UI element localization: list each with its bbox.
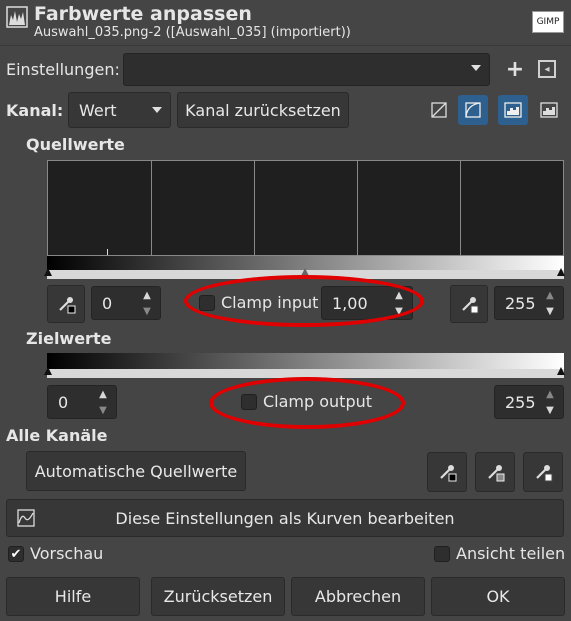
gamma-handle[interactable] (301, 268, 309, 276)
split-view-label: Ansicht teilen (456, 544, 566, 563)
reset-channel-label: Kanal zurücksetzen (185, 100, 341, 120)
histogram-gridline (357, 161, 358, 255)
pick-gray-all-button[interactable] (475, 452, 515, 492)
split-view-checkbox[interactable] (434, 546, 450, 562)
reset-label: Zurücksetzen (163, 587, 273, 606)
clamp-input-label: Clamp input (221, 293, 319, 312)
gimp-badge-text: GIMP (536, 17, 560, 27)
high-input-handle[interactable] (557, 268, 565, 276)
preset-menu-button[interactable]: ◂ (538, 60, 556, 78)
histogram-gridline (151, 161, 152, 255)
pick-white-point-button[interactable] (450, 285, 488, 323)
eyedropper-black-icon (440, 465, 457, 482)
dialog-subtitle: Auswahl_035.png-2 ([Auswahl_035] (import… (34, 25, 351, 40)
eyedropper-gray-icon (488, 465, 505, 482)
target-gradient (47, 353, 564, 369)
help-button[interactable]: Hilfe (6, 577, 140, 616)
low-output-value: 0 (58, 392, 69, 412)
chevron-down-icon (471, 65, 481, 71)
clamp-output-label: Clamp output (263, 392, 373, 411)
plus-icon: + (505, 56, 525, 82)
channel-select[interactable]: Wert (68, 92, 171, 128)
source-heading: Quellwerte (26, 135, 125, 154)
preview-label: Vorschau (30, 544, 104, 563)
low-output-handle[interactable] (44, 367, 52, 375)
gamma-value: 1,00 (332, 293, 368, 313)
pick-black-point-button[interactable] (47, 285, 85, 323)
menu-arrow-icon: ◂ (544, 63, 550, 75)
channel-label: Kanal: (6, 101, 64, 120)
high-input-value: 255 (505, 293, 536, 313)
pick-white-all-button[interactable] (523, 452, 563, 492)
eyedropper-white-icon (536, 465, 553, 482)
histogram-gridline (460, 161, 461, 255)
checkmark-icon: ✔ (10, 546, 22, 562)
dialog-title: Farbwerte anpassen (34, 3, 252, 25)
low-output-spin[interactable]: 0 ▲ ▼ (47, 385, 117, 419)
histogram-bars-icon[interactable] (498, 95, 528, 125)
high-output-value: 255 (505, 392, 536, 412)
levels-icon (6, 6, 28, 28)
high-input-spin[interactable]: 255 ▲ ▼ (494, 286, 564, 320)
gimp-badge: GIMP (532, 11, 564, 33)
reset-button[interactable]: Zurücksetzen (151, 577, 285, 616)
high-output-handle[interactable] (557, 367, 565, 375)
chevron-down-icon (152, 107, 162, 113)
cancel-label: Abbrechen (314, 587, 402, 606)
histogram-spike (107, 249, 108, 255)
curves-icon (17, 509, 35, 527)
reset-channel-button[interactable]: Kanal zurücksetzen (177, 92, 349, 128)
add-preset-button[interactable]: + (502, 56, 528, 82)
spin-up-icon[interactable]: ▲ (546, 389, 554, 400)
spin-up-icon[interactable]: ▲ (546, 290, 554, 301)
all-channels-heading: Alle Kanäle (6, 426, 108, 445)
spin-up-icon[interactable]: ▲ (99, 389, 107, 400)
log-histogram-icon[interactable] (458, 95, 488, 125)
spin-down-icon[interactable]: ▼ (546, 306, 554, 317)
levels-dialog: Farbwerte anpassen Auswahl_035.png-2 ([A… (0, 0, 571, 621)
auto-input-levels-button[interactable]: Automatische Quellwerte (26, 451, 246, 491)
pick-black-all-button[interactable] (427, 452, 467, 492)
cancel-button[interactable]: Abbrechen (291, 577, 425, 616)
help-label: Hilfe (54, 587, 92, 606)
target-heading: Zielwerte (26, 329, 112, 348)
spin-up-icon[interactable]: ▲ (395, 290, 403, 301)
low-input-value: 0 (102, 293, 113, 313)
auto-input-levels-label: Automatische Quellwerte (34, 461, 238, 481)
ok-label: OK (486, 587, 510, 606)
header-divider (0, 45, 571, 46)
target-slider-track[interactable] (47, 369, 564, 378)
clamp-input-checkbox[interactable] (199, 295, 215, 311)
gamma-spin[interactable]: 1,00 ▲ ▼ (321, 286, 413, 320)
low-input-handle[interactable] (44, 268, 52, 276)
preview-checkbox[interactable]: ✔ (8, 546, 24, 562)
settings-combo[interactable] (123, 53, 490, 86)
eyedropper-black-icon (59, 297, 76, 314)
histogram-gridline (254, 161, 255, 255)
spin-up-icon[interactable]: ▲ (143, 290, 151, 301)
eyedropper-white-icon (462, 297, 479, 314)
settings-label: Einstellungen: (6, 60, 120, 79)
edit-as-curves-button[interactable]: Diese Einstellungen als Kurven bearbeite… (6, 499, 564, 537)
edit-as-curves-label: Diese Einstellungen als Kurven bearbeite… (115, 508, 455, 528)
high-output-spin[interactable]: 255 ▲ ▼ (494, 385, 564, 419)
clamp-output-checkbox[interactable] (241, 394, 257, 410)
spin-down-icon[interactable]: ▼ (143, 306, 151, 317)
spin-down-icon[interactable]: ▼ (395, 306, 403, 317)
histogram-outline-icon[interactable] (534, 95, 564, 125)
spin-down-icon[interactable]: ▼ (99, 405, 107, 416)
histogram-area[interactable] (47, 160, 564, 256)
low-input-spin[interactable]: 0 ▲ ▼ (91, 286, 161, 320)
ok-button[interactable]: OK (431, 577, 565, 616)
linear-histogram-icon[interactable] (424, 95, 454, 125)
spin-down-icon[interactable]: ▼ (546, 405, 554, 416)
channel-select-value: Wert (79, 100, 117, 120)
